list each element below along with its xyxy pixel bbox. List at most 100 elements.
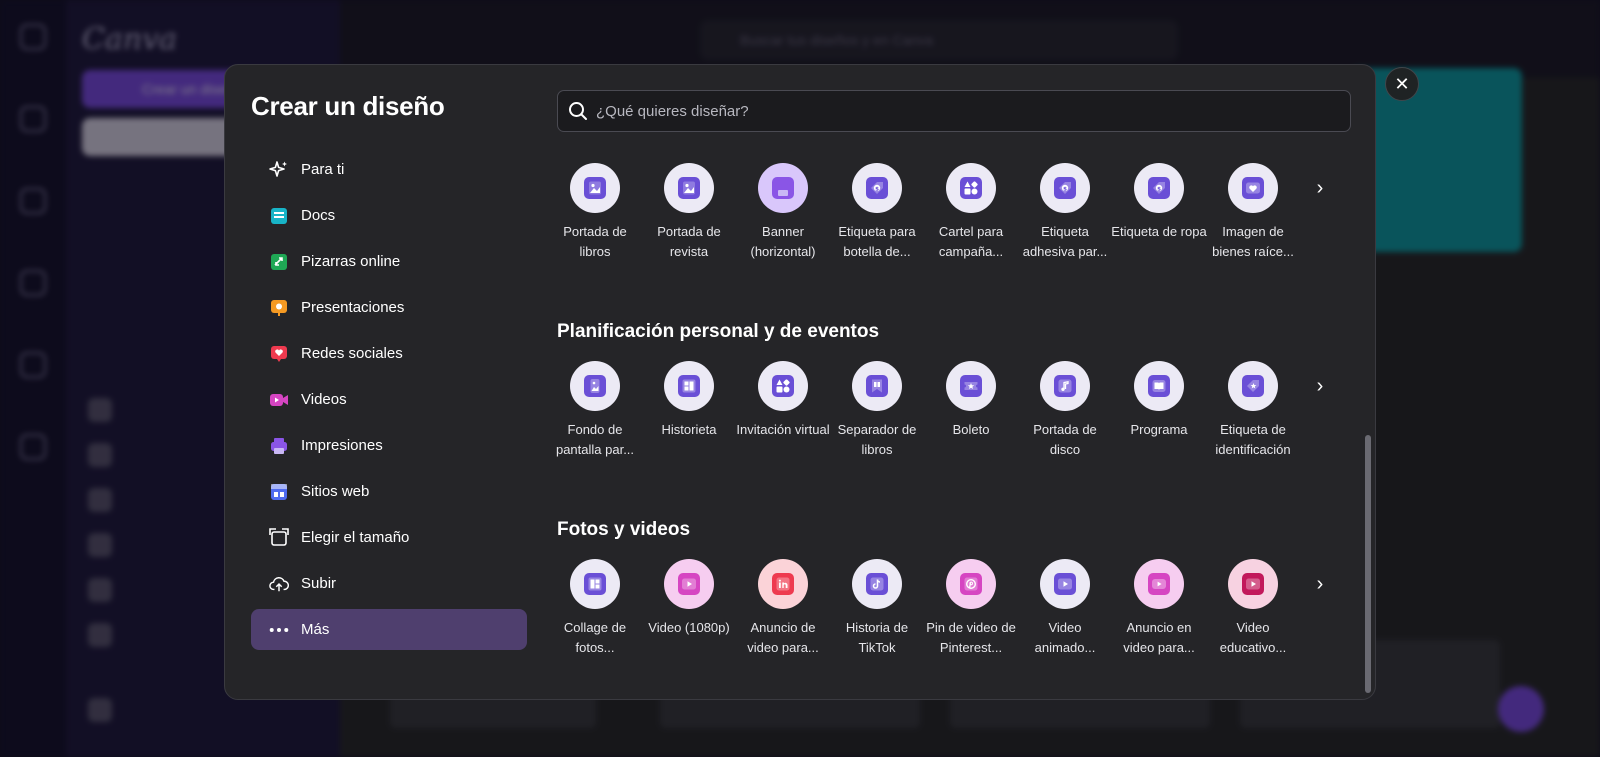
design-tile-label: Historieta xyxy=(661,422,717,437)
more-icon xyxy=(269,620,289,640)
presentation-icon xyxy=(269,298,289,318)
ticket-icon xyxy=(960,375,982,397)
play-icon xyxy=(678,573,700,595)
design-thumb xyxy=(664,163,714,213)
design-tile-label: Programa xyxy=(1130,422,1188,437)
design-thumb xyxy=(852,559,902,609)
close-button[interactable]: ✕ xyxy=(1385,67,1419,101)
design-tile-label: Portada de libros xyxy=(563,224,627,259)
design-tile[interactable]: Cartel para campaña... xyxy=(923,163,1019,262)
design-tile[interactable]: Pin de video de Pinterest... xyxy=(923,559,1019,658)
nav-item-9[interactable]: Elegir el tamaño xyxy=(251,517,527,558)
comic-icon xyxy=(678,375,700,397)
design-tile[interactable]: Portada de disco xyxy=(1017,361,1113,460)
nav-item-5[interactable]: Redes sociales xyxy=(251,333,527,374)
price-tag-icon: $ xyxy=(1148,177,1170,199)
design-tile-label: Imagen de bienes raíce... xyxy=(1212,224,1294,259)
cloud-upload-icon xyxy=(269,574,289,594)
shapes-icon xyxy=(960,177,982,199)
design-tile[interactable]: Anuncio de video para... xyxy=(735,559,831,658)
design-tile[interactable]: Programa xyxy=(1111,361,1207,440)
design-tile[interactable]: $ Etiqueta para botella de... xyxy=(829,163,925,262)
design-tile-label: Banner (horizontal) xyxy=(750,224,816,259)
design-tile[interactable]: Historia de TikTok xyxy=(829,559,925,658)
design-tile[interactable]: Video (1080p) xyxy=(641,559,737,638)
design-tile[interactable]: Historieta xyxy=(641,361,737,440)
design-tile-label: Anuncio en video para... xyxy=(1123,620,1195,655)
tiktok-icon xyxy=(866,573,888,595)
design-tile[interactable]: Video animado... xyxy=(1017,559,1113,658)
nav-item-11[interactable]: Más xyxy=(251,609,527,650)
chevron-right-icon[interactable]: › xyxy=(1307,373,1333,399)
category-nav: Para ti Docs Pizarras online Presentaciones… xyxy=(251,149,527,655)
nav-item-1[interactable]: Para ti xyxy=(251,149,527,190)
shapes-icon xyxy=(772,375,794,397)
nav-item-8[interactable]: Sitios web xyxy=(251,471,527,512)
section-title: Planificación personal y de eventos xyxy=(557,321,880,342)
search-box[interactable] xyxy=(557,90,1351,132)
nav-item-6[interactable]: Videos xyxy=(251,379,527,420)
design-tile[interactable]: Portada de revista xyxy=(641,163,737,262)
design-tile-label: Portada de disco xyxy=(1033,422,1097,457)
price-tag-icon: $ xyxy=(1054,177,1076,199)
design-thumb xyxy=(1134,559,1184,609)
section-title: Fotos y videos xyxy=(557,519,691,540)
design-tile[interactable]: Imagen de bienes raíce... xyxy=(1205,163,1301,262)
design-thumb xyxy=(1228,559,1278,609)
design-tile[interactable]: Anuncio en video para... xyxy=(1111,559,1207,658)
star-tag-icon xyxy=(1242,375,1264,397)
heart-icon xyxy=(269,344,289,364)
svg-text:$: $ xyxy=(1063,186,1067,192)
nav-item-label: Presentaciones xyxy=(301,299,405,316)
collage-icon xyxy=(584,573,606,595)
design-tile[interactable]: Portada de libros xyxy=(547,163,643,262)
music-icon xyxy=(1054,375,1076,397)
design-tile[interactable]: Video educativo... xyxy=(1205,559,1301,658)
design-tile-label: Video (1080p) xyxy=(648,620,730,635)
design-row: Fondo de pantalla par... Historieta Invita… xyxy=(547,361,1337,471)
scrollbar[interactable] xyxy=(1365,161,1371,693)
design-row: Portada de libros Portada de revista Banne… xyxy=(547,163,1337,273)
design-tile-label: Video educativo... xyxy=(1219,620,1287,655)
nav-item-2[interactable]: Docs xyxy=(251,195,527,236)
design-tile[interactable]: Boleto xyxy=(923,361,1019,440)
chevron-right-icon[interactable]: › xyxy=(1307,571,1333,597)
print-icon xyxy=(269,436,289,456)
nav-item-label: Videos xyxy=(301,391,347,408)
nav-item-label: Redes sociales xyxy=(301,345,403,362)
nav-item-label: Subir xyxy=(301,575,337,592)
nav-item-4[interactable]: Presentaciones xyxy=(251,287,527,328)
design-tile[interactable]: Banner (horizontal) xyxy=(735,163,831,262)
print-icon xyxy=(772,177,794,199)
close-icon: ✕ xyxy=(1394,74,1410,94)
design-tile[interactable]: Invitación virtual xyxy=(735,361,831,440)
design-tile[interactable]: Separador de libros xyxy=(829,361,925,460)
design-tile-label: Pin de video de Pinterest... xyxy=(926,620,1016,655)
phone-image-icon xyxy=(584,375,606,397)
nav-item-3[interactable]: Pizarras online xyxy=(251,241,527,282)
whiteboard-icon xyxy=(269,252,289,272)
svg-text:$: $ xyxy=(875,186,879,192)
nav-item-10[interactable]: Subir xyxy=(251,563,527,604)
design-thumb xyxy=(946,559,996,609)
design-tile[interactable]: $ Etiqueta de ropa xyxy=(1111,163,1207,242)
chevron-right-icon[interactable]: › xyxy=(1307,175,1333,201)
design-thumb xyxy=(1040,361,1090,411)
design-tile[interactable]: Etiqueta de identificación xyxy=(1205,361,1301,460)
search-input[interactable] xyxy=(596,102,1296,120)
heart-card-icon xyxy=(1242,177,1264,199)
design-thumb xyxy=(758,361,808,411)
design-tile[interactable]: Collage de fotos... xyxy=(547,559,643,658)
design-tile[interactable]: Fondo de pantalla par... xyxy=(547,361,643,460)
design-tile-label: Portada de revista xyxy=(657,224,721,259)
design-thumb xyxy=(570,559,620,609)
image-icon xyxy=(678,177,700,199)
design-tile[interactable]: $ Etiqueta adhesiva par... xyxy=(1017,163,1113,262)
nav-item-label: Para ti xyxy=(301,161,345,178)
nav-item-7[interactable]: Impresiones xyxy=(251,425,527,466)
design-tile-label: Separador de libros xyxy=(837,422,917,457)
youtube-icon xyxy=(1148,573,1170,595)
pinterest-icon xyxy=(960,573,982,595)
scrollbar-thumb[interactable] xyxy=(1365,435,1371,693)
design-thumb xyxy=(852,361,902,411)
